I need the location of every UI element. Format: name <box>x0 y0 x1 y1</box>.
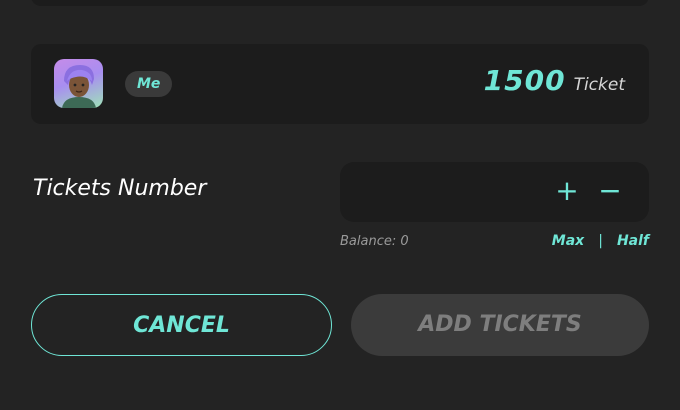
previous-card <box>31 0 649 6</box>
user-balance-card: Me 1500 Ticket <box>31 44 649 124</box>
max-link[interactable]: Max <box>552 233 584 249</box>
me-badge: Me <box>125 71 173 97</box>
minus-icon[interactable]: − <box>595 176 625 208</box>
tickets-number-input[interactable] <box>358 176 532 210</box>
cancel-button[interactable]: CANCEL <box>31 294 332 356</box>
avatar <box>54 59 103 108</box>
ticket-balance: 1500 Ticket <box>484 64 625 104</box>
quick-amount-links: Max | Half <box>552 233 649 249</box>
add-tickets-button[interactable]: ADD TICKETS <box>351 294 649 356</box>
separator: | <box>598 233 603 249</box>
half-link[interactable]: Half <box>617 233 649 249</box>
ticket-balance-amount: 1500 <box>483 64 566 97</box>
tickets-number-label: Tickets Number <box>33 176 207 201</box>
balance-text: Balance: 0 <box>340 234 409 249</box>
tickets-stepper: + − <box>340 162 649 222</box>
ticket-balance-unit: Ticket <box>573 75 625 95</box>
avatar-illustration <box>62 65 96 108</box>
plus-icon[interactable]: + <box>552 176 582 208</box>
